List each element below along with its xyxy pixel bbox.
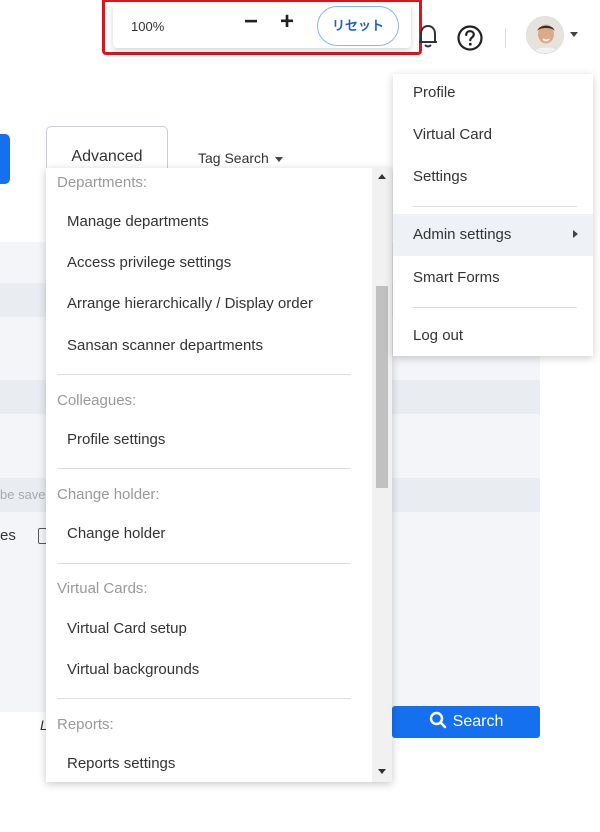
tag-search-dropdown[interactable]: Tag Search (198, 150, 283, 166)
section-head-departments: Departments: (57, 174, 148, 191)
section-head-virtual-cards: Virtual Cards: (57, 580, 148, 597)
menu-item-scanner-departments[interactable]: Sansan scanner departments (67, 337, 263, 354)
zoom-popup: 100% − + リセット (113, 4, 411, 48)
toolbar-divider (505, 28, 506, 48)
chevron-right-icon (573, 230, 578, 238)
zoom-popup-highlight: 100% − + リセット (102, 0, 422, 55)
zoom-level: 100% (131, 19, 165, 34)
zoom-out-button[interactable]: − (237, 9, 265, 37)
chevron-down-icon (274, 156, 283, 162)
bell-icon[interactable] (418, 24, 438, 48)
menu-separator (57, 563, 351, 564)
section-head-change-holder: Change holder: (57, 486, 160, 503)
menu-item-profile-settings[interactable]: Profile settings (67, 431, 165, 448)
avatar[interactable] (526, 16, 564, 54)
menu-item-arrange-hierarchically[interactable]: Arrange hierarchically / Display order (67, 295, 313, 312)
user-menu-log-out[interactable]: Log out (413, 327, 463, 344)
menu-separator (413, 307, 577, 308)
menu-item-manage-departments[interactable]: Manage departments (67, 213, 209, 230)
section-head-reports: Reports: (57, 716, 114, 733)
user-menu-smart-forms[interactable]: Smart Forms (413, 269, 500, 286)
user-menu-admin-settings[interactable]: Admin settings (413, 226, 511, 243)
avatar-image (527, 17, 563, 53)
zoom-in-button[interactable]: + (273, 9, 301, 37)
checkbox-label: es (0, 527, 16, 544)
primary-button-edge[interactable] (0, 134, 10, 184)
search-icon (429, 711, 446, 729)
scroll-down-arrow-icon[interactable] (378, 769, 386, 774)
top-bar: 100% − + リセット (0, 0, 600, 74)
admin-settings-submenu: Departments: Manage departments Access p… (46, 168, 392, 782)
user-menu-virtual-card[interactable]: Virtual Card (413, 126, 492, 143)
zoom-reset-button[interactable]: リセット (317, 6, 399, 46)
user-menu-profile[interactable]: Profile (413, 84, 456, 101)
menu-separator (413, 206, 577, 207)
menu-scrollbar[interactable] (372, 168, 392, 782)
menu-separator (57, 468, 351, 469)
menu-separator (57, 374, 351, 375)
menu-item-access-privilege[interactable]: Access privilege settings (67, 254, 231, 271)
menu-item-virtual-backgrounds[interactable]: Virtual backgrounds (67, 661, 199, 678)
user-menu-settings[interactable]: Settings (413, 168, 467, 185)
menu-item-change-holder[interactable]: Change holder (67, 525, 165, 542)
section-head-colleagues: Colleagues: (57, 392, 137, 409)
tag-search-label: Tag Search (198, 150, 269, 166)
save-hint-text: be save (0, 487, 46, 502)
user-menu: Profile Virtual Card Settings Admin sett… (393, 74, 593, 356)
search-button-label: Search (452, 713, 504, 730)
search-button[interactable]: Search (392, 706, 540, 738)
menu-item-virtual-card-setup[interactable]: Virtual Card setup (67, 620, 187, 637)
chevron-down-icon[interactable] (570, 32, 578, 37)
menu-item-reports-settings[interactable]: Reports settings (67, 755, 175, 772)
help-icon[interactable] (456, 24, 484, 52)
menu-separator (57, 698, 351, 699)
scrollbar-thumb[interactable] (376, 286, 388, 488)
scroll-up-arrow-icon[interactable] (378, 174, 386, 179)
